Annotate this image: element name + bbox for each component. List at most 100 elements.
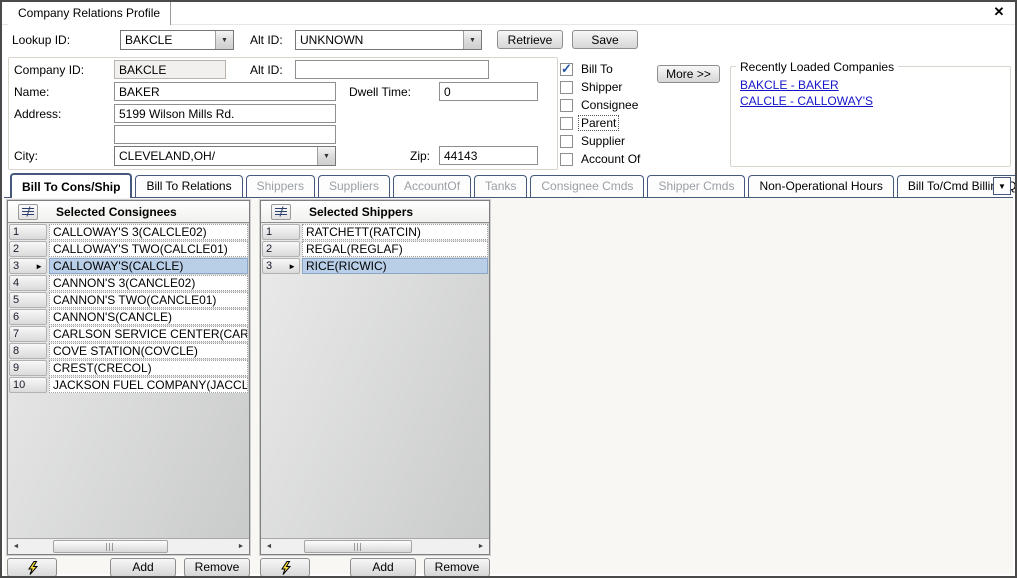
checkbox-supplier[interactable]: Supplier <box>560 134 627 148</box>
row-number-cell[interactable]: 1 <box>262 224 300 240</box>
save-button[interactable]: Save <box>572 30 638 49</box>
row-value-cell[interactable]: COVE STATION(COVCLE) <box>49 343 248 359</box>
tab-bill-to-cons-ship[interactable]: Bill To Cons/Ship <box>10 173 132 198</box>
checkbox-shipper[interactable]: Shipper <box>560 80 624 94</box>
tab-tanks[interactable]: Tanks <box>474 175 527 197</box>
checkbox-box-icon[interactable] <box>560 117 573 130</box>
checkbox-box-icon[interactable] <box>560 153 573 166</box>
row-number-cell[interactable]: 9 <box>9 360 47 376</box>
shippers-remove-button[interactable]: Remove <box>424 558 490 577</box>
row-value-cell[interactable]: CANNON'S TWO(CANCLE01) <box>49 292 248 308</box>
checkbox-parent[interactable]: Parent <box>560 116 618 130</box>
tab-overflow-button[interactable]: ▼ <box>993 177 1011 195</box>
grid-row[interactable]: 1CALLOWAY'S 3(CALCLE02) <box>8 224 249 241</box>
grid-row[interactable]: 6CANNON'S(CANCLE) <box>8 309 249 326</box>
row-value-cell[interactable]: CANNON'S(CANCLE) <box>49 309 248 325</box>
row-number-cell[interactable]: 8 <box>9 343 47 359</box>
consignees-add-button[interactable]: Add <box>110 558 176 577</box>
chevron-down-icon[interactable]: ▼ <box>215 31 233 49</box>
scroll-right-icon[interactable]: ► <box>473 539 489 554</box>
scrollbar-thumb[interactable] <box>53 540 168 553</box>
grid-corner-cell[interactable] <box>261 201 301 222</box>
scrollbar-track[interactable] <box>277 539 473 554</box>
address-field[interactable] <box>114 104 336 123</box>
checkbox-consignee[interactable]: Consignee <box>560 98 640 112</box>
shippers-horizontal-scrollbar[interactable]: ◄ ► <box>261 538 489 554</box>
row-value-cell[interactable]: JACKSON FUEL COMPANY(JACCLE) <box>49 377 248 393</box>
grid-row[interactable]: 3►CALLOWAY'S(CALCLE) <box>8 258 249 275</box>
row-value-cell[interactable]: CARLSON SERVICE CENTER(CARCLE <box>49 326 248 342</box>
tab-non-operational-hours[interactable]: Non-Operational Hours <box>748 175 893 197</box>
grid-row[interactable]: 4CANNON'S 3(CANCLE02) <box>8 275 249 292</box>
grid-row[interactable]: 8COVE STATION(COVCLE) <box>8 343 249 360</box>
tab-shipper-cmds[interactable]: Shipper Cmds <box>647 175 745 197</box>
checkbox-account-of[interactable]: Account Of <box>560 152 642 166</box>
row-value-cell[interactable]: CALLOWAY'S 3(CALCLE02) <box>49 224 248 240</box>
grid-row[interactable]: 10JACKSON FUEL COMPANY(JACCLE) <box>8 377 249 394</box>
row-value-cell[interactable]: RICE(RICWIC) <box>302 258 488 274</box>
row-value-cell[interactable]: CALLOWAY'S TWO(CALCLE01) <box>49 241 248 257</box>
tab-bill-to-relations[interactable]: Bill To Relations <box>135 175 242 197</box>
checkbox-box-icon[interactable] <box>560 135 573 148</box>
row-number-cell[interactable]: 6 <box>9 309 47 325</box>
tab-accountof[interactable]: AccountOf <box>393 175 471 197</box>
consignees-remove-button[interactable]: Remove <box>184 558 250 577</box>
scroll-left-icon[interactable]: ◄ <box>261 539 277 554</box>
zip-field[interactable] <box>439 146 538 165</box>
name-field[interactable] <box>114 82 336 101</box>
row-number-cell[interactable]: 5 <box>9 292 47 308</box>
grid-corner-cell[interactable] <box>8 201 48 222</box>
grid-row[interactable]: 2CALLOWAY'S TWO(CALCLE01) <box>8 241 249 258</box>
dwell-time-field[interactable] <box>439 82 538 101</box>
checkbox-box-icon[interactable] <box>560 81 573 94</box>
more-button[interactable]: More >> <box>657 65 720 83</box>
grid-row[interactable]: 5CANNON'S TWO(CANCLE01) <box>8 292 249 309</box>
consignees-horizontal-scrollbar[interactable]: ◄ ► <box>8 538 249 554</box>
shippers-add-button[interactable]: Add <box>350 558 416 577</box>
row-value-cell[interactable]: CALLOWAY'S(CALCLE) <box>49 258 248 274</box>
form-alt-id-field[interactable] <box>295 60 489 79</box>
checkbox-bill-to[interactable]: Bill To <box>560 62 615 76</box>
scrollbar-grip-icon <box>106 543 115 551</box>
tab-consignee-cmds[interactable]: Consignee Cmds <box>530 175 644 197</box>
row-number-cell[interactable]: 1 <box>9 224 47 240</box>
row-value-cell[interactable]: CANNON'S 3(CANCLE02) <box>49 275 248 291</box>
retrieve-button[interactable]: Retrieve <box>497 30 563 49</box>
scrollbar-thumb[interactable] <box>304 540 412 553</box>
recent-company-link[interactable]: CALCLE - CALLOWAY'S <box>740 94 873 108</box>
chevron-down-icon[interactable]: ▼ <box>463 31 481 49</box>
row-number-cell[interactable]: 7 <box>9 326 47 342</box>
checkbox-box-icon[interactable] <box>560 63 573 76</box>
row-number-cell[interactable]: 2 <box>9 241 47 257</box>
grid-row[interactable]: 9CREST(CRECOL) <box>8 360 249 377</box>
scroll-left-icon[interactable]: ◄ <box>8 539 24 554</box>
toolbar-alt-id-combo[interactable]: UNKNOWN ▼ <box>295 30 482 50</box>
row-number-cell[interactable]: 3► <box>262 258 300 274</box>
grid-row[interactable]: 7CARLSON SERVICE CENTER(CARCLE <box>8 326 249 343</box>
chevron-down-icon[interactable]: ▼ <box>317 147 335 165</box>
document-tab-title[interactable]: Company Relations Profile <box>8 2 171 25</box>
scroll-right-icon[interactable]: ► <box>233 539 249 554</box>
lookup-id-combo[interactable]: BAKCLE ▼ <box>120 30 234 50</box>
row-number-cell[interactable]: 3► <box>9 258 47 274</box>
tab-shippers[interactable]: Shippers <box>246 175 315 197</box>
row-value-cell[interactable]: REGAL(REGLAF) <box>302 241 488 257</box>
company-id-field[interactable] <box>114 60 226 79</box>
row-value-cell[interactable]: RATCHETT(RATCIN) <box>302 224 488 240</box>
recent-company-link[interactable]: BAKCLE - BAKER <box>740 78 873 92</box>
row-number-cell[interactable]: 4 <box>9 275 47 291</box>
grid-row[interactable]: 2REGAL(REGLAF) <box>261 241 489 258</box>
row-number-cell[interactable]: 10 <box>9 377 47 393</box>
grid-row[interactable]: 3►RICE(RICWIC) <box>261 258 489 275</box>
consignees-lightning-button[interactable] <box>7 558 57 577</box>
row-number-cell[interactable]: 2 <box>262 241 300 257</box>
checkbox-box-icon[interactable] <box>560 99 573 112</box>
row-value-cell[interactable]: CREST(CRECOL) <box>49 360 248 376</box>
shippers-lightning-button[interactable] <box>260 558 310 577</box>
scrollbar-track[interactable] <box>24 539 233 554</box>
tab-suppliers[interactable]: Suppliers <box>318 175 390 197</box>
close-icon[interactable]: ✕ <box>991 4 1007 20</box>
grid-row[interactable]: 1RATCHETT(RATCIN) <box>261 224 489 241</box>
address-line2-field[interactable] <box>114 125 336 144</box>
city-combo[interactable]: CLEVELAND,OH/ ▼ <box>114 146 336 166</box>
